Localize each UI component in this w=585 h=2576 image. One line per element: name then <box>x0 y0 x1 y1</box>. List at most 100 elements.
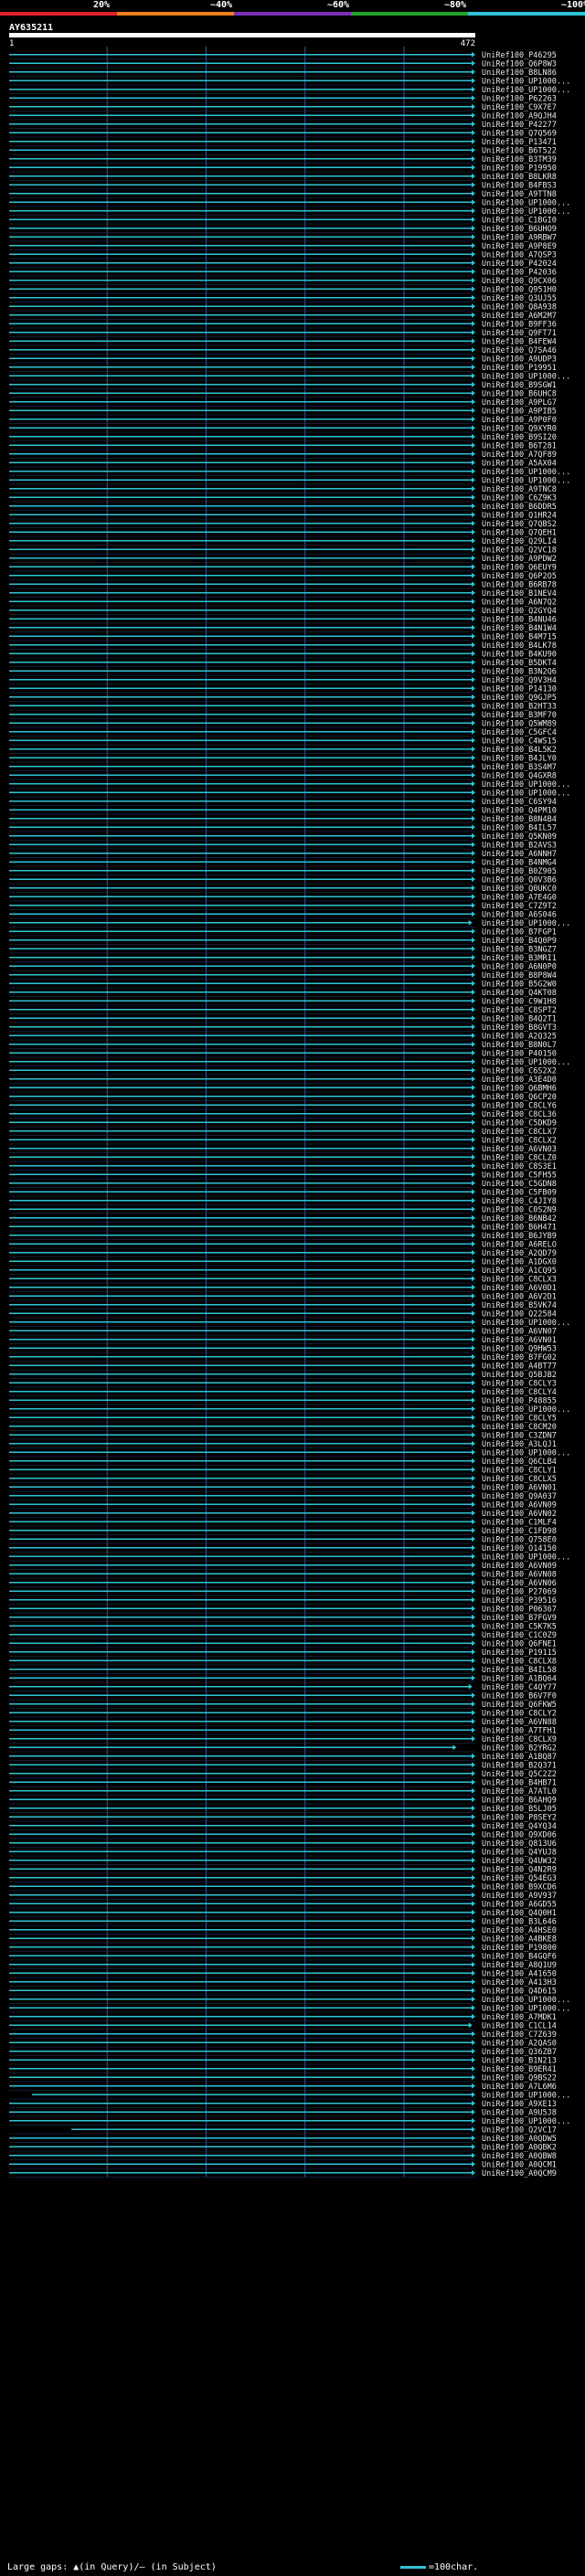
hit-label[interactable]: UniRef100_P06367 <box>482 1605 557 1614</box>
hit-label[interactable]: UniRef100_P14130 <box>482 684 557 694</box>
hit-label[interactable]: UniRef100_B8LN86 <box>482 69 557 78</box>
hit-label[interactable]: UniRef100_B7FGP1 <box>482 928 557 937</box>
hit-label[interactable]: UniRef100_UP1000... <box>482 780 570 790</box>
hit-label[interactable]: UniRef100_B6JYB9 <box>482 1232 557 1241</box>
hit-label[interactable]: UniRef100_A6GD55 <box>482 1900 557 1909</box>
hit-label[interactable]: UniRef100_A9UDP3 <box>482 355 557 364</box>
hit-label[interactable]: UniRef100_A6VN03 <box>482 1145 557 1154</box>
hit-label[interactable]: UniRef100_B3MF70 <box>482 711 557 720</box>
hit-label[interactable]: UniRef100_P42277 <box>482 121 557 130</box>
hit-label[interactable]: UniRef100_B1NEV4 <box>482 589 557 599</box>
hit-label[interactable]: UniRef100_Q6P8W3 <box>482 59 557 69</box>
hit-label[interactable]: UniRef100_C4WS15 <box>482 737 557 746</box>
hit-label[interactable]: UniRef100_Q0V3B6 <box>482 875 557 885</box>
hit-label[interactable]: UniRef100_A9QJH4 <box>482 111 557 121</box>
hit-label[interactable]: UniRef100_C7Z639 <box>482 2030 557 2040</box>
hit-label[interactable]: UniRef100_B5LJ05 <box>482 1805 557 1814</box>
hit-label[interactable]: UniRef100_C8CM20 <box>482 1423 557 1432</box>
hit-label[interactable]: UniRef100_Q2GYQ4 <box>482 607 557 616</box>
hit-label[interactable]: UniRef100_UP1000... <box>482 468 570 477</box>
hit-label[interactable]: UniRef100_C5GFC4 <box>482 728 557 737</box>
hit-label[interactable]: UniRef100_B8N0L7 <box>482 1041 557 1050</box>
hit-label[interactable]: UniRef100_C8CL36 <box>482 1110 557 1119</box>
hit-label[interactable]: UniRef100_Q6FKW5 <box>482 1701 557 1710</box>
hit-label[interactable]: UniRef100_C8CLZ0 <box>482 1153 557 1162</box>
hit-label[interactable]: UniRef100_B4N1W4 <box>482 624 557 633</box>
hit-label[interactable]: UniRef100_A0QBK2 <box>482 2143 557 2152</box>
hit-label[interactable]: UniRef100_B8P8W4 <box>482 971 557 981</box>
hit-label[interactable]: UniRef100_Q5C2Z2 <box>482 1770 557 1779</box>
hit-label[interactable]: UniRef100_A7L6M6 <box>482 2083 557 2092</box>
hit-label[interactable]: UniRef100_B4LK78 <box>482 641 557 651</box>
hit-label[interactable]: UniRef100_A6M2M7 <box>482 312 557 321</box>
hit-label[interactable]: UniRef100_C8CLY1 <box>482 1466 557 1475</box>
hit-label[interactable]: UniRef100_A9V937 <box>482 1892 557 1901</box>
hit-label[interactable]: UniRef100_Q6CLB4 <box>482 1458 557 1467</box>
hit-label[interactable]: UniRef100_A6VN09 <box>482 1500 557 1510</box>
hit-label[interactable]: UniRef100_B5G2W0 <box>482 980 557 989</box>
hit-label[interactable]: UniRef100_Q4D615 <box>482 1987 557 1996</box>
hit-label[interactable]: UniRef100_Q36ZB7 <box>482 2048 557 2057</box>
hit-label[interactable]: UniRef100_B4NMG4 <box>482 858 557 867</box>
hit-label[interactable]: UniRef100_C3ZDN7 <box>482 1431 557 1440</box>
hit-label[interactable]: UniRef100_B3L646 <box>482 1917 557 1926</box>
hit-label[interactable]: UniRef100_B9SGW1 <box>482 381 557 390</box>
hit-label[interactable]: UniRef100_Q4YQ34 <box>482 1822 557 1831</box>
hit-label[interactable]: UniRef100_P62263 <box>482 94 557 103</box>
hit-label[interactable]: UniRef100_A2QD79 <box>482 1249 557 1258</box>
hit-label[interactable]: UniRef100_UP1000... <box>482 2004 570 2013</box>
hit-label[interactable]: UniRef100_C5DKD9 <box>482 1118 557 1128</box>
hit-label[interactable]: UniRef100_A4BT77 <box>482 1362 557 1371</box>
hit-label[interactable]: UniRef100_B0Z905 <box>482 867 557 876</box>
hit-label[interactable]: UniRef100_A5AX04 <box>482 459 557 468</box>
hit-label[interactable]: UniRef100_B6V7F0 <box>482 1691 557 1701</box>
hit-label[interactable]: UniRef100_P40150 <box>482 1049 557 1058</box>
hit-label[interactable]: UniRef100_B4FEW4 <box>482 337 557 346</box>
hit-label[interactable]: UniRef100_B2HT33 <box>482 702 557 711</box>
hit-label[interactable]: UniRef100_A6VN88 <box>482 1718 557 1727</box>
hit-label[interactable]: UniRef100_Q6EUY9 <box>482 563 557 572</box>
hit-label[interactable]: UniRef100_C8CLX7 <box>482 1128 557 1137</box>
hit-label[interactable]: UniRef100_Q4GXR8 <box>482 771 557 780</box>
hit-label[interactable]: UniRef100_A6VN02 <box>482 1510 557 1519</box>
hit-label[interactable]: UniRef100_UP1000... <box>482 1405 570 1415</box>
hit-label[interactable]: UniRef100_C8S3E1 <box>482 1162 557 1171</box>
hit-label[interactable]: UniRef100_B6AHQ9 <box>482 1796 557 1805</box>
hit-label[interactable]: UniRef100_A6V0D1 <box>482 1284 557 1293</box>
hit-label[interactable]: UniRef100_B1N213 <box>482 2056 557 2065</box>
hit-label[interactable]: UniRef100_B4M715 <box>482 632 557 641</box>
hit-label[interactable]: UniRef100_Q9BS22 <box>482 2073 557 2083</box>
hit-label[interactable]: UniRef100_C8SPT2 <box>482 1006 557 1015</box>
hit-label[interactable]: UniRef100_B8LKR8 <box>482 173 557 182</box>
hit-label[interactable]: UniRef100_P19951 <box>482 364 557 373</box>
hit-label[interactable]: UniRef100_A0QCM1 <box>482 2160 557 2169</box>
hit-label[interactable]: UniRef100_A1DGX0 <box>482 1257 557 1267</box>
hit-label[interactable]: UniRef100_Q5WM89 <box>482 719 557 728</box>
hit-label[interactable]: UniRef100_P42036 <box>482 268 557 277</box>
hit-label[interactable]: UniRef100_A9TNC8 <box>482 485 557 494</box>
hit-label[interactable]: UniRef100_Q758E0 <box>482 1535 557 1544</box>
hit-label[interactable]: UniRef100_Q54EG3 <box>482 1874 557 1883</box>
hit-label[interactable]: UniRef100_A41650 <box>482 1969 557 1978</box>
hit-label[interactable]: UniRef100_Q22584 <box>482 1309 557 1319</box>
hit-label[interactable]: UniRef100_Q9HW53 <box>482 1344 557 1353</box>
hit-label[interactable]: UniRef100_UP1000... <box>482 77 570 86</box>
hit-label[interactable]: UniRef100_UP1000... <box>482 1058 570 1067</box>
hit-label[interactable]: UniRef100_C8CLX8 <box>482 1657 557 1666</box>
hit-label[interactable]: UniRef100_C8CLY5 <box>482 1414 557 1423</box>
hit-label[interactable]: UniRef100_Q9V3H4 <box>482 676 557 685</box>
hit-label[interactable]: UniRef100_C1MLF4 <box>482 1518 557 1527</box>
hit-label[interactable]: UniRef100_B4IL58 <box>482 1666 557 1675</box>
hit-label[interactable]: UniRef100_B6UHC8 <box>482 389 557 398</box>
hit-label[interactable]: UniRef100_A7E4G0 <box>482 893 557 902</box>
hit-label[interactable]: UniRef100_A7TFH1 <box>482 1726 557 1735</box>
hit-label[interactable]: UniRef100_Q8A938 <box>482 302 557 312</box>
hit-label[interactable]: UniRef100_UP1000... <box>482 207 570 217</box>
hit-label[interactable]: UniRef100_UP1000... <box>482 1448 570 1458</box>
hit-label[interactable]: UniRef100_B4HB71 <box>482 1778 557 1787</box>
hit-label[interactable]: UniRef100_B3S4M7 <box>482 763 557 772</box>
hit-label[interactable]: UniRef100_Q9A037 <box>482 1492 557 1501</box>
hit-label[interactable]: UniRef100_A9P0F0 <box>482 416 557 425</box>
hit-label[interactable]: UniRef100_B4Q0P9 <box>482 937 557 946</box>
hit-label[interactable]: UniRef100_B6RB78 <box>482 580 557 589</box>
